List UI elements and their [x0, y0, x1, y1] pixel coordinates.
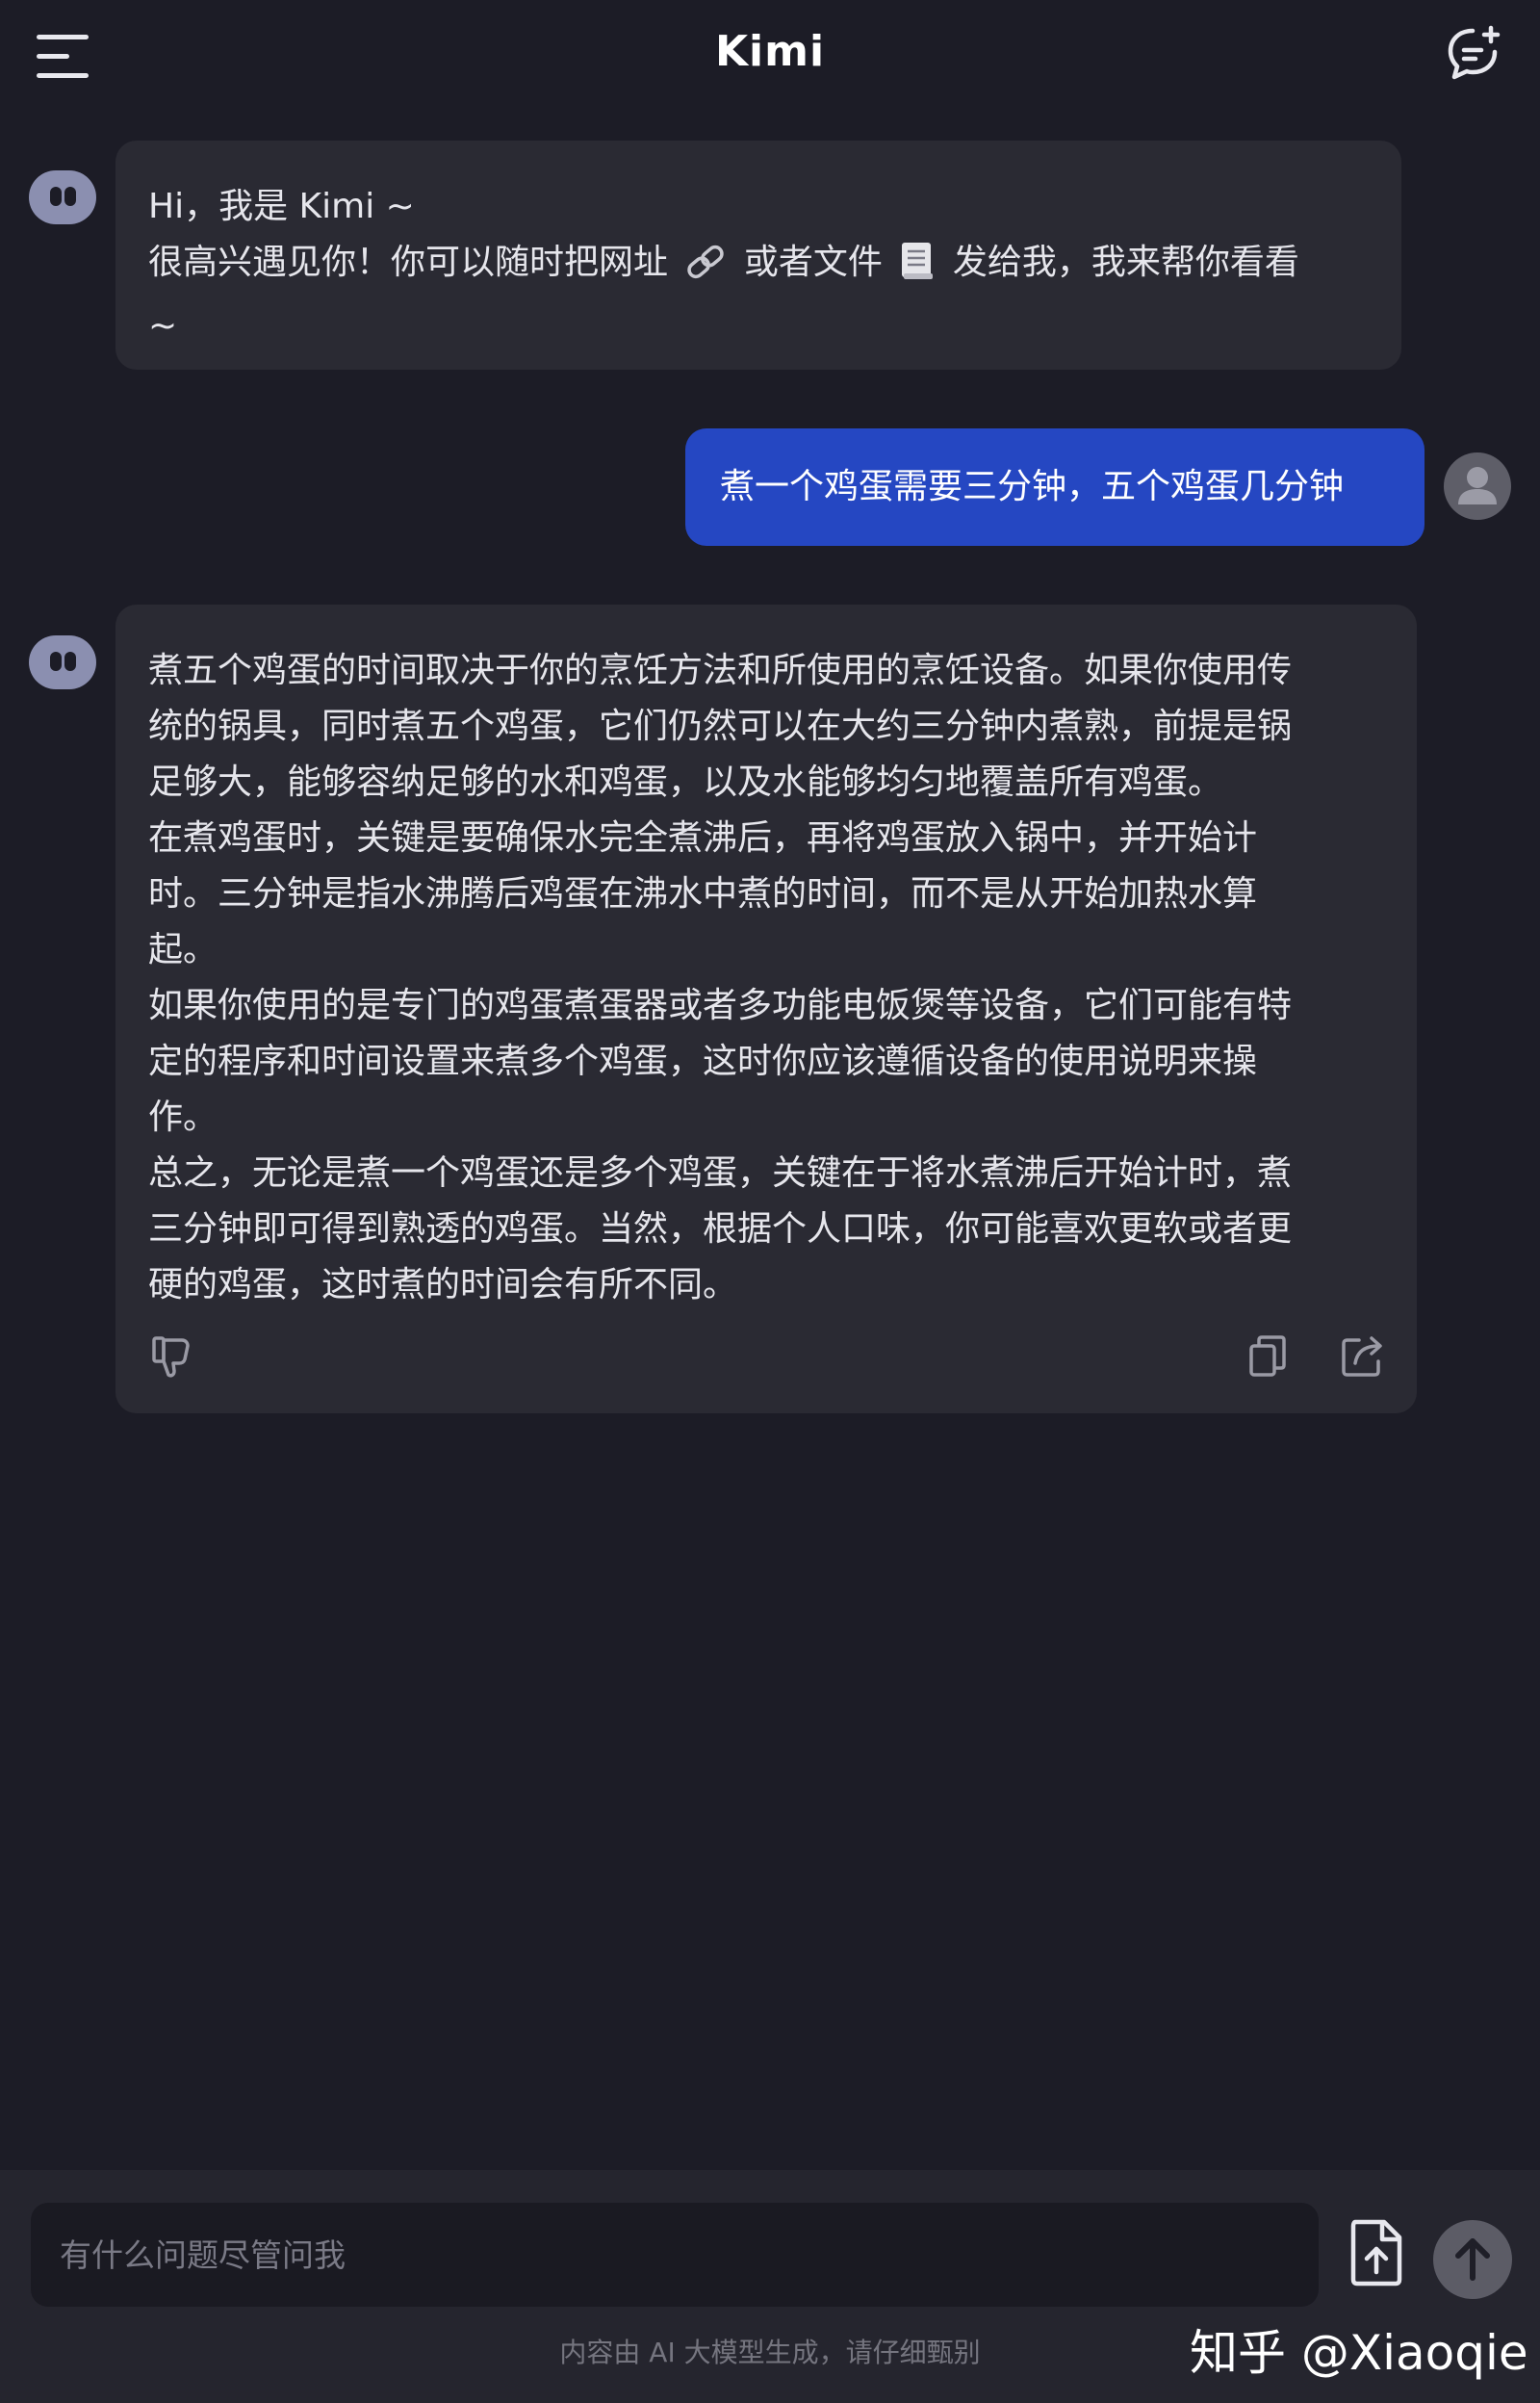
share-icon[interactable]: [1340, 1334, 1386, 1379]
composer-bar: 内容由 AI 大模型生成，请仔细甄别 知乎 @Xiaoqie: [0, 2170, 1540, 2403]
copy-icon[interactable]: [1247, 1334, 1288, 1379]
greeting-line: Hi，我是 Kimi ~: [148, 187, 415, 226]
avatar-eye: [50, 652, 62, 671]
answer-line: 如果你使用的是专门的鸡蛋煮蛋器或者多功能电饭煲等设备，它们可能有特: [148, 986, 1293, 1025]
answer-line: 定的程序和时间设置来煮多个鸡蛋，这时你应该遵循设备的使用说明来操: [148, 1042, 1258, 1081]
new-chat-icon[interactable]: [1444, 23, 1505, 85]
send-button[interactable]: [1433, 2220, 1512, 2299]
avatar-eye: [50, 187, 62, 206]
kimi-avatar: [29, 170, 96, 224]
avatar-eye: [64, 652, 76, 671]
watermark: 知乎 @Xiaoqie: [1190, 2325, 1528, 2381]
chat-input[interactable]: [31, 2203, 1319, 2307]
app-title: Kimi: [714, 27, 826, 76]
top-bar: Kimi: [0, 0, 1540, 120]
avatar-eye: [64, 187, 76, 206]
answer-line: 作。: [148, 1098, 218, 1137]
answer-line: 煮五个鸡蛋的时间取决于你的烹饪方法和所使用的烹饪设备。如果你使用传: [148, 651, 1293, 690]
file-upload-icon[interactable]: [1348, 2218, 1405, 2287]
greeting-text: 或者文件: [743, 243, 883, 282]
link-icon: [684, 243, 727, 298]
greeting-bubble: Hi，我是 Kimi ~ 很高兴遇见你！你可以随时把网址 或者文件 发给我，我来…: [116, 141, 1401, 370]
answer-bubble: 煮五个鸡蛋的时间取决于你的烹饪方法和所使用的烹饪设备。如果你使用传 统的锅具，同…: [116, 605, 1417, 1413]
answer-line: 时。三分钟是指水沸腾后鸡蛋在沸水中煮的时间，而不是从开始加热水算: [148, 874, 1258, 914]
answer-line: 在煮鸡蛋时，关键是要确保水完全煮沸后，再将鸡蛋放入锅中，并开始计: [148, 818, 1258, 858]
kimi-avatar: [29, 635, 96, 689]
greeting-line: 很高兴遇见你！你可以随时把网址 或者文件 发给我，我来帮你看看: [148, 235, 1369, 298]
send-arrow-icon: [1455, 2238, 1490, 2281]
user-avatar[interactable]: [1444, 452, 1511, 520]
user-message-bubble: 煮一个鸡蛋需要三分钟，五个鸡蛋几分钟: [685, 428, 1424, 546]
answer-line: 硬的鸡蛋，这时煮的时间会有所不同。: [148, 1265, 738, 1305]
answer-line: 总之，无论是煮一个鸡蛋还是多个鸡蛋，关键在于将水煮沸后开始计时，煮: [148, 1153, 1293, 1193]
chat-app: Kimi Hi，我是 Kimi ~ 很高兴遇见你！你可以随时把网址 或者文件 发…: [0, 0, 1540, 2403]
greeting-text: 很高兴遇见你！你可以随时把网址: [148, 243, 669, 282]
answer-line: 起。: [148, 930, 218, 969]
greeting-line: ~: [148, 306, 178, 346]
answer-line: 三分钟即可得到熟透的鸡蛋。当然，根据个人口味，你可能喜欢更软或者更: [148, 1209, 1293, 1249]
document-icon: [899, 241, 936, 298]
thumbs-down-icon[interactable]: [150, 1334, 192, 1381]
greeting-text: 发给我，我来帮你看看: [952, 243, 1299, 282]
answer-line: 足够大，能够容纳足够的水和鸡蛋，以及水能够均匀地覆盖所有鸡蛋。: [148, 762, 1223, 802]
answer-line: 统的锅具，同时煮五个鸡蛋，它们仍然可以在大约三分钟内煮熟，前提是锅: [148, 707, 1293, 746]
